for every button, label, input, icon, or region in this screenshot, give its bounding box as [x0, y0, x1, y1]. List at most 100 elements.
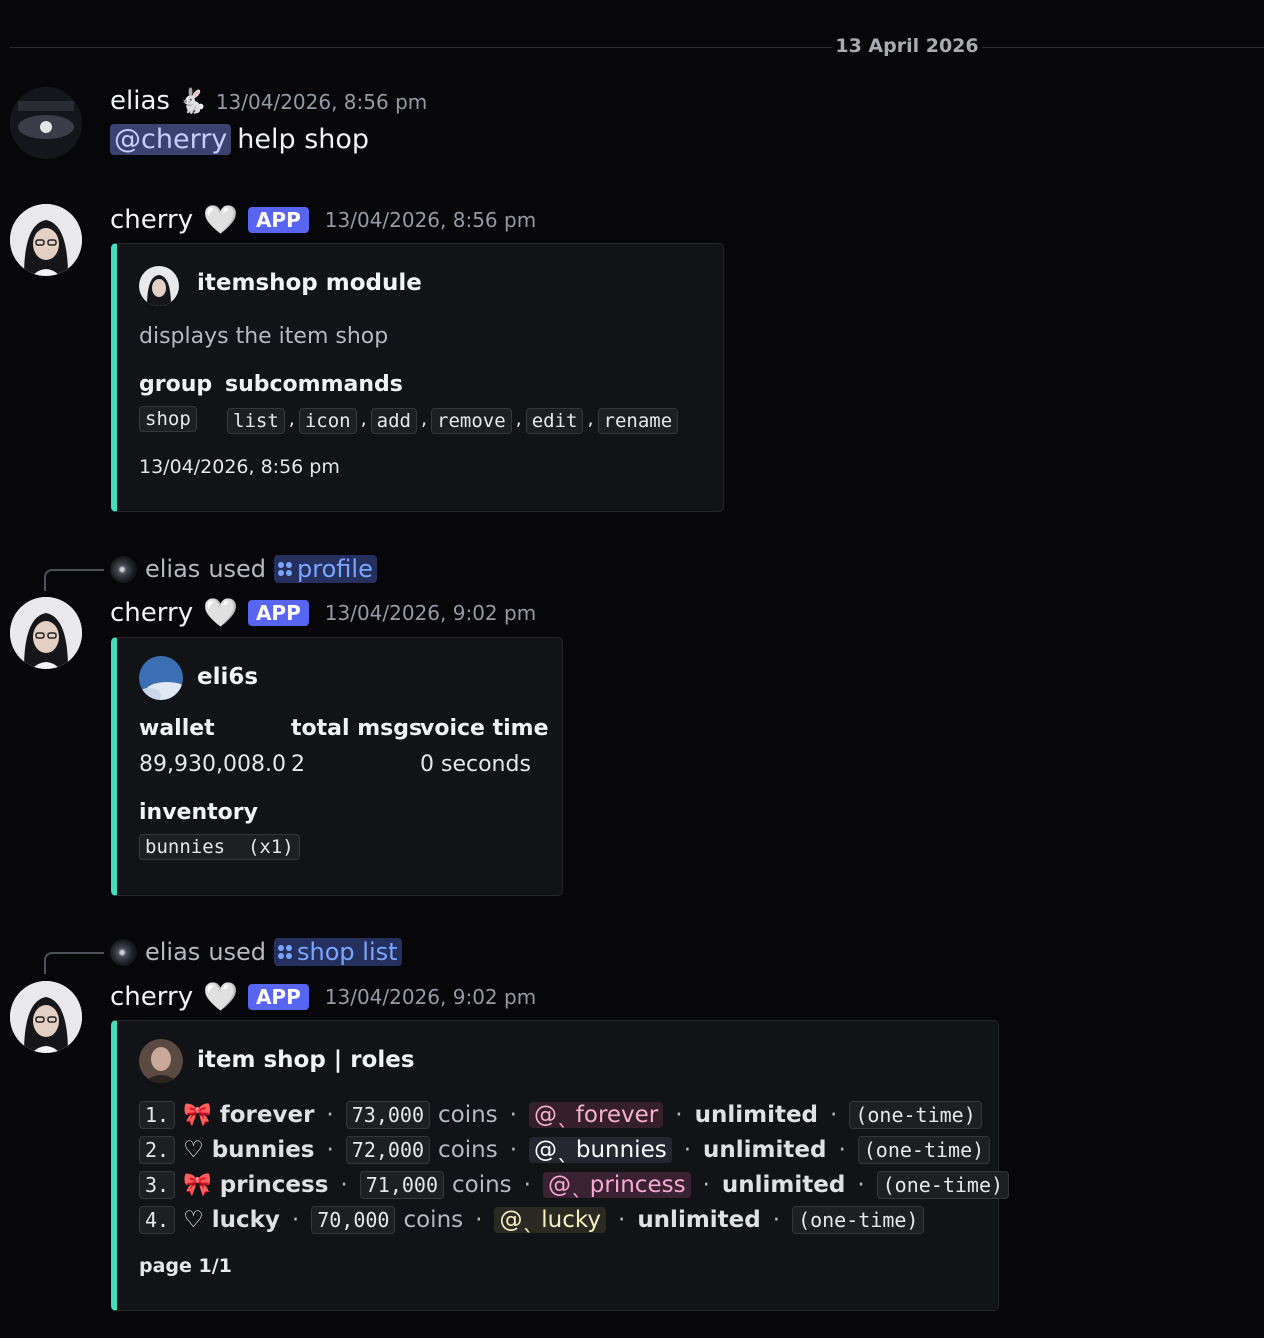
avatar-image: [10, 597, 82, 669]
date-divider-label: 13 April 2026: [835, 35, 979, 57]
embed-footer: 13/04/2026, 8:56 pm: [139, 456, 340, 478]
stock-label: unlimited: [703, 1136, 827, 1163]
field-group-value: shop: [139, 406, 197, 432]
item-price: 70,000: [311, 1205, 396, 1234]
embed-description: displays the item shop: [139, 324, 389, 349]
author-name[interactable]: cherry: [110, 982, 193, 1012]
shop-item-list: 1. 🎀 forever · 73,000 coins · @ˎ forever…: [139, 1097, 1010, 1237]
avatar[interactable]: [10, 87, 82, 159]
row-number: 2.: [139, 1135, 176, 1164]
timestamp[interactable]: 13/04/2026, 9:02 pm: [325, 985, 536, 1009]
coins-label: coins: [438, 1136, 498, 1163]
interaction-used-text: used: [208, 938, 267, 966]
slash-command-icon: [278, 562, 293, 576]
role-mention[interactable]: @ˎ forever: [528, 1101, 664, 1128]
message-header: cherry 🤍 APP 13/04/2026, 9:02 pm: [110, 596, 536, 629]
embed-itemshop-module: itemshop module displays the item shop g…: [111, 243, 724, 512]
bow-icon: 🎀: [183, 1172, 212, 1198]
subcommand-code: list: [227, 408, 285, 434]
field-voice-time-label: voice time: [420, 716, 549, 741]
heart-outline-icon: ♡: [183, 1136, 204, 1163]
role-mention[interactable]: @ˎ bunnies: [529, 1136, 672, 1163]
purchase-type: (one-time): [849, 1100, 982, 1129]
avatar[interactable]: [10, 204, 82, 276]
inventory-item-code: bunnies (x1): [139, 834, 300, 860]
avatar-image: [10, 981, 82, 1053]
item-price: 72,000: [345, 1135, 431, 1164]
date-divider-line: [10, 47, 832, 48]
embed-title: eli6s: [197, 664, 259, 690]
stock-label: unlimited: [694, 1101, 819, 1128]
item-price: 73,000: [345, 1100, 430, 1129]
avatar[interactable]: [10, 597, 82, 669]
white-heart-icon: 🤍: [203, 203, 238, 236]
group-code: shop: [139, 406, 197, 432]
subcommand-code: remove: [431, 408, 512, 434]
interaction-line: elias used shop list: [110, 938, 402, 966]
role-mention[interactable]: @ˎ princess: [542, 1171, 691, 1198]
shop-row: 4. ♡ lucky · 70,000 coins · @ˎ lucky · u…: [139, 1202, 1009, 1237]
role-mention[interactable]: @ˎ lucky: [494, 1206, 606, 1233]
interaction-user[interactable]: elias: [145, 938, 200, 966]
coins-label: coins: [451, 1171, 512, 1198]
white-heart-icon: 🤍: [203, 596, 238, 629]
command-pill[interactable]: shop list: [274, 938, 402, 966]
coins-label: coins: [403, 1206, 464, 1233]
embed-profile: eli6s wallet 89,930,008.0 total msgs 2 v…: [111, 637, 563, 896]
subcommand-code: add: [370, 408, 417, 434]
embed-title: itemshop module: [197, 270, 422, 296]
reply-spine: [44, 569, 104, 591]
avatar[interactable]: [10, 981, 82, 1053]
app-tag: APP: [247, 983, 309, 1010]
reply-spine: [44, 952, 104, 974]
timestamp[interactable]: 13/04/2026, 8:56 pm: [325, 208, 536, 232]
message-text: help shop: [237, 124, 370, 155]
field-total-msgs-label: total msgs: [291, 716, 423, 741]
item-name: bunnies: [211, 1136, 315, 1163]
field-wallet-value: 89,930,008.0: [139, 752, 286, 777]
item-name: forever: [219, 1101, 315, 1128]
field-voice-time-value: 0 seconds: [420, 752, 531, 777]
item-price: 71,000: [359, 1170, 444, 1199]
author-name[interactable]: cherry: [110, 205, 193, 235]
message-header: cherry 🤍 APP 13/04/2026, 9:02 pm: [110, 980, 536, 1013]
mini-avatar[interactable]: [110, 938, 137, 966]
app-tag: APP: [247, 206, 309, 233]
purchase-type: (one-time): [792, 1205, 925, 1234]
message-content: @cherry help shop: [110, 124, 369, 155]
subcommand-code: icon: [298, 408, 357, 434]
author-name[interactable]: elias: [110, 86, 170, 116]
slash-command-icon: [278, 945, 293, 959]
timestamp[interactable]: 13/04/2026, 9:02 pm: [325, 601, 536, 625]
embed-item-shop: item shop | roles 1. 🎀 forever · 73,000 …: [111, 1020, 1010, 1311]
field-wallet-label: wallet: [139, 716, 215, 741]
author-name[interactable]: cherry: [110, 598, 193, 628]
bow-icon: 🎀: [183, 1102, 212, 1128]
field-group-label: group: [139, 372, 213, 397]
message-header: cherry 🤍 APP 13/04/2026, 8:56 pm: [110, 203, 536, 236]
interaction-user[interactable]: elias: [145, 555, 200, 583]
timestamp[interactable]: 13/04/2026, 8:56 pm: [216, 90, 427, 114]
interaction-line: elias used profile: [110, 555, 377, 583]
embed-author-icon: [139, 656, 183, 700]
field-inventory-label: inventory: [139, 800, 258, 825]
command-name: shop list: [297, 938, 398, 966]
heart-outline-icon: ♡: [183, 1206, 204, 1233]
row-number: 3.: [139, 1170, 176, 1199]
subcommand-list: list, icon, add, remove, edit, rename: [227, 408, 679, 434]
interaction-used-text: used: [208, 555, 267, 583]
user-mention[interactable]: @cherry: [110, 124, 232, 155]
avatar-image: [10, 204, 82, 276]
purchase-type: (one-time): [876, 1170, 1010, 1199]
subcommand-code: edit: [525, 408, 584, 434]
command-pill[interactable]: profile: [274, 555, 377, 583]
purchase-type: (one-time): [857, 1135, 991, 1164]
message-header: elias 🐇 13/04/2026, 8:56 pm: [110, 86, 427, 116]
mini-avatar[interactable]: [110, 555, 137, 583]
stock-label: unlimited: [637, 1206, 761, 1233]
embed-author-icon: [139, 266, 179, 306]
embed-footer: page 1/1: [139, 1255, 232, 1277]
field-subcommands-label: subcommands: [225, 372, 403, 397]
shop-row: 2. ♡ bunnies · 72,000 coins · @ˎ bunnies…: [139, 1132, 1009, 1167]
item-name: lucky: [211, 1206, 280, 1233]
